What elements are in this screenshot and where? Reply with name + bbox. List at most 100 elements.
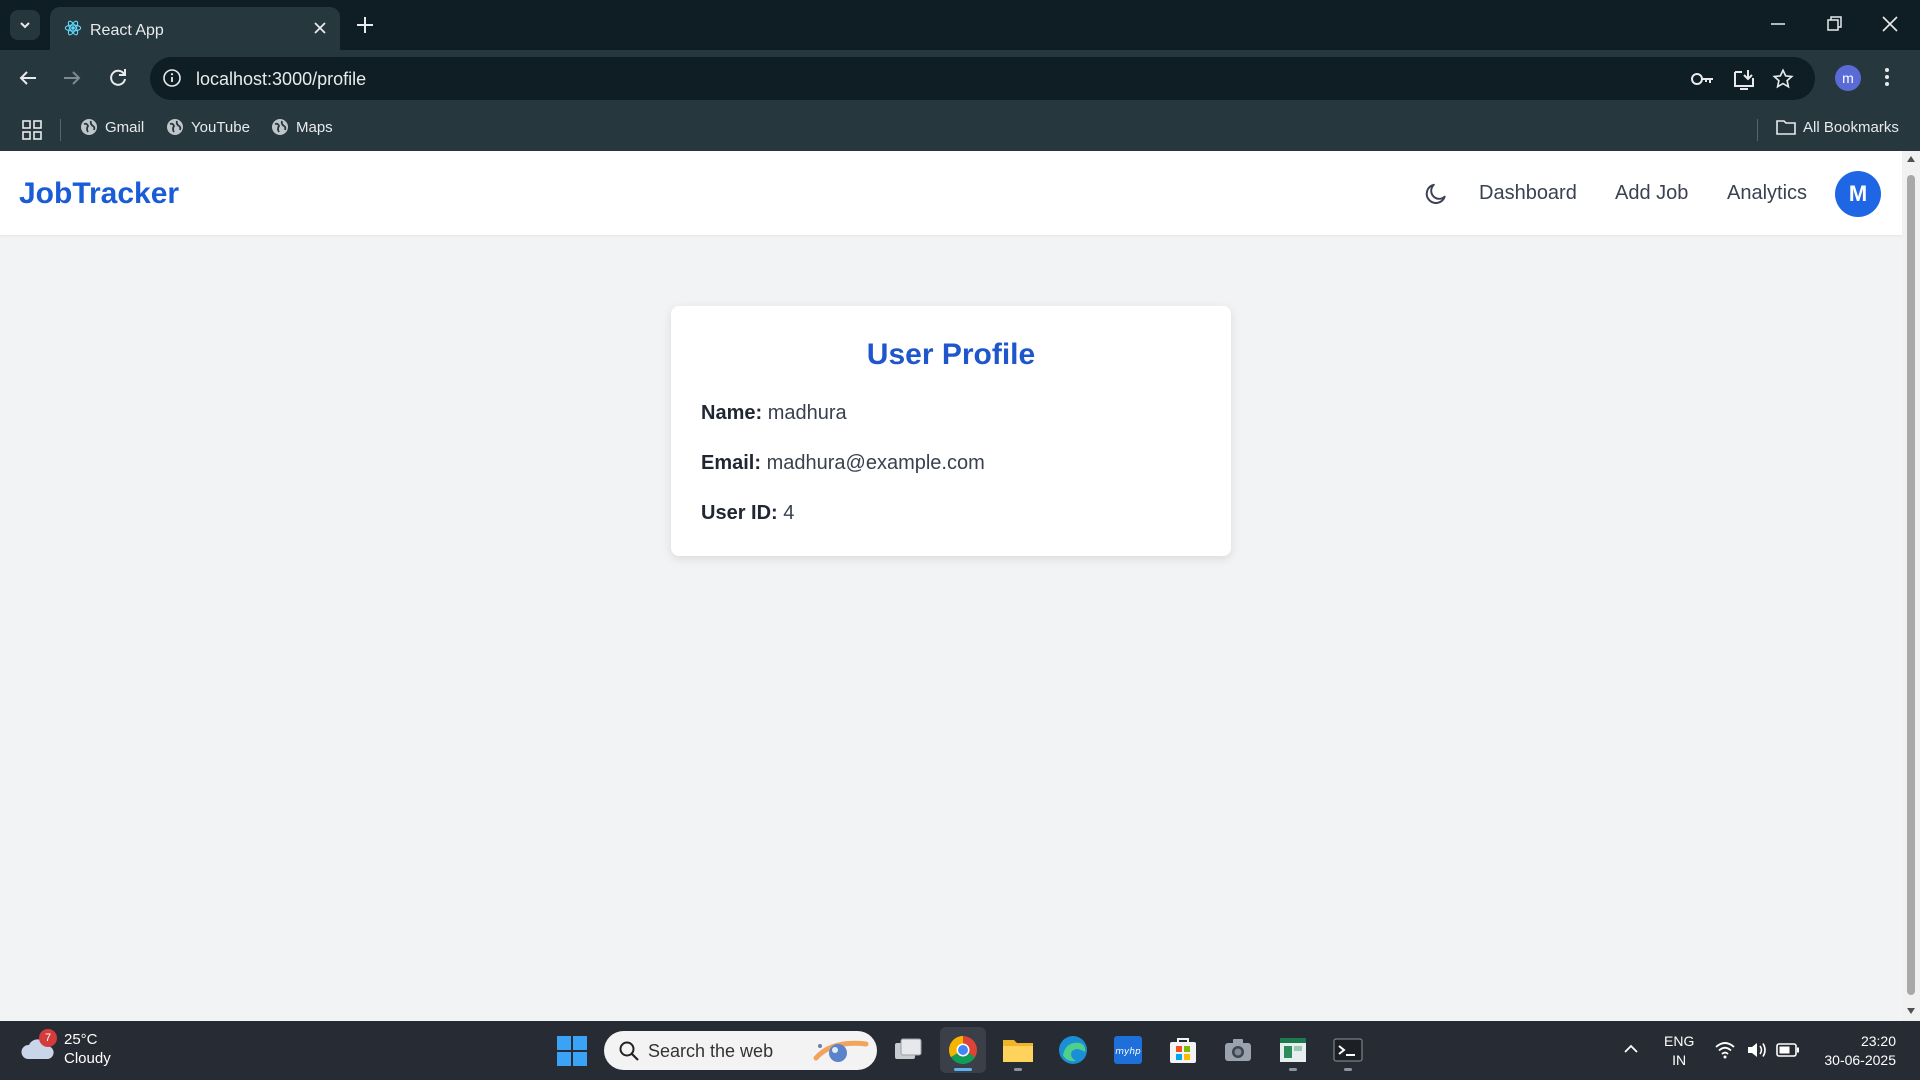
browser-profile-avatar[interactable]: m [1835, 65, 1861, 91]
forward-icon[interactable] [60, 66, 84, 90]
nav-analytics[interactable]: Analytics [1727, 182, 1807, 205]
password-key-icon[interactable] [1690, 68, 1716, 88]
weather-widget[interactable]: 7 25°C Cloudy [20, 1029, 111, 1068]
running-app-indicator [1344, 1068, 1352, 1071]
page-scrollbar[interactable] [1902, 151, 1920, 1021]
profile-email-row: Email: madhura@example.com [701, 452, 985, 475]
moon-icon[interactable] [1423, 181, 1449, 207]
bookmark-label: Maps [296, 118, 333, 136]
camera-app[interactable] [1215, 1027, 1261, 1073]
site-info-icon[interactable] [162, 68, 182, 88]
userid-label: User ID: [701, 502, 778, 524]
install-app-icon[interactable] [1732, 68, 1756, 90]
spreadsheet-icon [1280, 1038, 1306, 1062]
file-explorer-app[interactable] [995, 1027, 1041, 1073]
close-window-icon[interactable] [1880, 12, 1900, 36]
edge-app[interactable] [1050, 1027, 1096, 1073]
all-bookmarks-label: All Bookmarks [1803, 118, 1899, 136]
bookmark-youtube[interactable]: YouTube [166, 118, 250, 136]
myhp-icon: myhp [1114, 1036, 1142, 1064]
search-placeholder: Search the web [648, 1041, 774, 1061]
tab-title: React App [90, 22, 164, 39]
chevron-up-icon[interactable] [1622, 1042, 1640, 1056]
profile-userid-row: User ID: 4 [701, 502, 794, 525]
volume-icon[interactable] [1746, 1041, 1768, 1059]
globe-icon [167, 119, 183, 135]
name-label: Name: [701, 402, 763, 424]
browser-tab[interactable]: React App [50, 7, 340, 50]
bookmarks-divider [1757, 119, 1758, 141]
folder-icon [1003, 1040, 1033, 1062]
restore-icon[interactable] [1824, 12, 1844, 36]
windows-taskbar: 7 25°C Cloudy Search the web myhp ENG IN… [0, 1021, 1920, 1080]
nav-dashboard[interactable]: Dashboard [1479, 182, 1577, 205]
tab-search-button[interactable] [10, 10, 40, 40]
more-menu-icon[interactable] [1884, 66, 1890, 88]
scroll-thumb[interactable] [1907, 175, 1915, 995]
scroll-down-icon[interactable] [1906, 1007, 1916, 1015]
bookmark-gmail[interactable]: Gmail [80, 118, 144, 136]
taskbar-search[interactable]: Search the web [604, 1031, 877, 1070]
camera-icon [1225, 1039, 1251, 1061]
system-clock[interactable]: 23:20 30-06-2025 [1816, 1032, 1896, 1070]
minimize-icon[interactable] [1768, 12, 1788, 36]
userid-value: 4 [783, 502, 795, 524]
terminal-icon [1333, 1038, 1363, 1062]
profile-title: User Profile [866, 338, 1036, 371]
active-app-indicator [954, 1068, 972, 1071]
react-icon [64, 20, 82, 36]
new-tab-icon[interactable] [352, 12, 378, 38]
weather-icon-wrap: 7 [20, 1029, 57, 1067]
back-icon[interactable] [16, 66, 40, 90]
app-navbar: JobTracker Dashboard Add Job Analytics M [0, 151, 1902, 235]
temperature: 25°C [64, 1031, 98, 1048]
apps-grid-icon[interactable] [22, 120, 42, 140]
chrome-icon [949, 1036, 977, 1064]
chrome-app[interactable] [940, 1027, 986, 1073]
reload-icon[interactable] [106, 66, 130, 90]
search-highlight-icon [813, 1040, 869, 1062]
weather-condition: Cloudy [64, 1050, 111, 1067]
svg-text:myhp: myhp [1115, 1047, 1141, 1057]
email-value: madhura@example.com [766, 452, 985, 474]
scroll-up-icon[interactable] [1906, 155, 1916, 163]
profile-name-row: Name: madhura [701, 402, 847, 425]
user-avatar[interactable]: M [1835, 171, 1881, 217]
battery-icon[interactable] [1776, 1042, 1800, 1058]
address-bar[interactable]: localhost:3000/profile [150, 57, 1815, 100]
clock-date: 30-06-2025 [1824, 1052, 1896, 1068]
url-text: localhost:3000/profile [196, 69, 367, 89]
running-app-indicator [1014, 1068, 1022, 1071]
running-app-indicator [1289, 1068, 1297, 1071]
close-tab-icon[interactable] [312, 20, 328, 36]
microsoft-store-app[interactable] [1160, 1027, 1206, 1073]
browser-titlebar: React App [0, 0, 1920, 50]
myhp-app[interactable]: myhp [1105, 1027, 1151, 1073]
task-view-icon [895, 1038, 922, 1059]
language-indicator[interactable]: ENG IN [1664, 1032, 1694, 1070]
brand-logo[interactable]: JobTracker [19, 177, 179, 211]
clock-time: 23:20 [1860, 1033, 1896, 1049]
profile-card: User Profile Name: madhura Email: madhur… [671, 306, 1231, 556]
bookmark-label: YouTube [191, 118, 250, 136]
chevron-down-icon [20, 22, 30, 29]
folder-icon [1776, 120, 1796, 135]
wifi-icon[interactable] [1714, 1041, 1736, 1059]
page-viewport: JobTracker Dashboard Add Job Analytics M… [0, 151, 1902, 1021]
nav-add-job[interactable]: Add Job [1615, 182, 1688, 205]
bookmark-star-icon[interactable] [1772, 68, 1794, 90]
globe-icon [81, 119, 97, 135]
terminal-app[interactable] [1325, 1027, 1371, 1073]
all-bookmarks-button[interactable]: All Bookmarks [1776, 118, 1899, 136]
browser-toolbar: localhost:3000/profile m [0, 50, 1920, 107]
windows-start-icon[interactable] [556, 1035, 588, 1067]
language-code: ENG [1664, 1033, 1695, 1049]
bookmarks-divider [60, 119, 61, 141]
name-value: madhura [767, 402, 847, 424]
weather-alert-badge: 7 [39, 1029, 57, 1047]
bookmark-maps[interactable]: Maps [271, 118, 333, 136]
task-view-app[interactable] [885, 1027, 931, 1073]
weather-text: 25°C Cloudy [64, 1030, 111, 1068]
bookmark-label: Gmail [105, 118, 145, 136]
spreadsheet-app[interactable] [1270, 1027, 1316, 1073]
